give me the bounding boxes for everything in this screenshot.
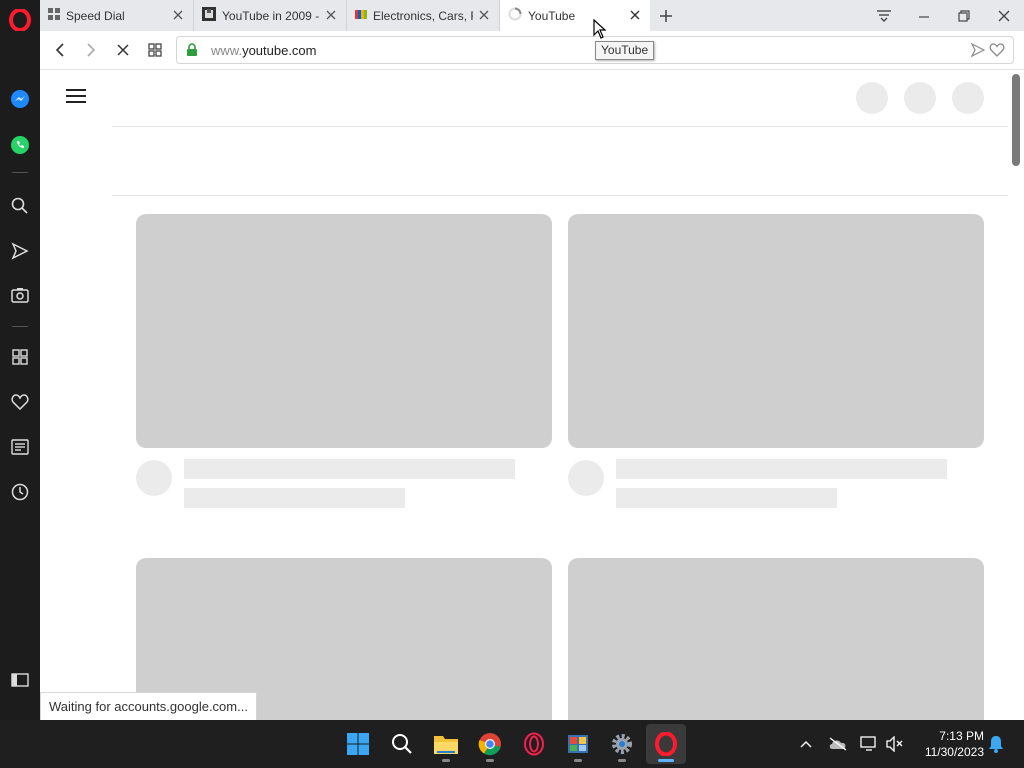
divider <box>112 126 1008 127</box>
status-bar: Waiting for accounts.google.com... <box>40 692 257 720</box>
meta-placeholder <box>616 488 837 508</box>
running-indicator <box>574 759 582 762</box>
whatsapp-icon[interactable] <box>0 127 40 163</box>
windows-taskbar: 7:13 PM 11/30/2023 <box>0 720 1024 768</box>
video-thumbnail-placeholder <box>568 214 984 448</box>
lock-icon[interactable] <box>186 43 198 62</box>
bookmark-heart-icon[interactable] <box>989 43 1005 62</box>
close-tab-icon[interactable] <box>171 8 185 22</box>
heart-icon[interactable] <box>0 384 40 420</box>
tab-title: YouTube <box>528 8 576 23</box>
network-icon[interactable] <box>857 732 881 756</box>
control-panel-icon[interactable] <box>558 724 598 764</box>
back-icon[interactable] <box>45 36 75 64</box>
hamburger-menu-icon[interactable] <box>66 88 86 104</box>
system-clock[interactable]: 7:13 PM 11/30/2023 <box>912 728 984 760</box>
tab-youtube[interactable]: YouTube <box>500 0 650 31</box>
tab-menu-icon[interactable] <box>864 0 904 31</box>
close-tab-icon[interactable] <box>477 8 491 22</box>
send-to-flow-icon[interactable] <box>970 42 986 62</box>
news-icon[interactable] <box>0 429 40 465</box>
channel-avatar-placeholder <box>568 460 604 496</box>
url-text[interactable]: www.youtube.com <box>211 43 317 58</box>
screen: Speed Dial YouTube in 2009 - Electronics… <box>0 0 1024 768</box>
opera-sidebar <box>0 0 40 720</box>
video-thumbnail-placeholder <box>568 558 984 720</box>
tab-ebay[interactable]: Electronics, Cars, F <box>347 0 500 31</box>
tabs-overview-icon[interactable] <box>140 36 170 64</box>
web-page-content <box>40 70 1024 720</box>
divider <box>112 195 1008 196</box>
opera-browser-icon[interactable] <box>646 724 686 764</box>
minimize-icon[interactable] <box>904 0 944 31</box>
forward-icon[interactable] <box>76 36 106 64</box>
send-icon[interactable] <box>0 233 40 269</box>
address-toolbar: www.youtube.com <box>40 31 1024 70</box>
chevron-up-icon[interactable] <box>794 732 818 756</box>
tab-title: Electronics, Cars, F <box>373 8 473 23</box>
header-placeholder-circle <box>904 82 936 114</box>
messenger-icon[interactable] <box>0 81 40 117</box>
running-indicator <box>618 759 626 762</box>
history-clock-icon[interactable] <box>0 474 40 510</box>
close-window-icon[interactable] <box>984 0 1024 31</box>
scrollbar-thumb[interactable] <box>1012 74 1020 166</box>
speed-dial-grid-icon[interactable] <box>0 339 40 375</box>
header-placeholder-circle <box>952 82 984 114</box>
page-scrollbar[interactable] <box>1008 70 1024 720</box>
meta-placeholder <box>184 488 405 508</box>
chrome-icon[interactable] <box>470 724 510 764</box>
video-thumbnail-placeholder <box>136 214 552 448</box>
opera-gx-icon[interactable] <box>514 724 554 764</box>
new-tab-plus-icon[interactable] <box>650 0 682 31</box>
tab-title: Speed Dial <box>66 8 125 23</box>
tab-title: YouTube in 2009 - <box>222 8 320 23</box>
title-placeholder <box>616 459 947 479</box>
clock-time: 7:13 PM <box>939 729 984 743</box>
camera-icon[interactable] <box>0 277 40 313</box>
opera-menu-icon[interactable] <box>0 2 40 38</box>
tab-speed-dial[interactable]: Speed Dial <box>40 0 194 31</box>
sidebar-toggle-icon[interactable] <box>0 662 40 698</box>
notification-bell-icon[interactable] <box>984 732 1008 756</box>
stop-loading-icon[interactable] <box>108 36 138 64</box>
onedrive-offline-icon[interactable] <box>826 732 850 756</box>
tab-strip: Speed Dial YouTube in 2009 - Electronics… <box>40 0 1024 31</box>
clock-date: 11/30/2023 <box>924 745 984 759</box>
sidebar-divider <box>12 172 28 173</box>
settings-gear-icon[interactable] <box>602 724 642 764</box>
tab-youtube-2009[interactable]: YouTube in 2009 - <box>194 0 347 31</box>
close-tab-icon[interactable] <box>324 8 338 22</box>
channel-avatar-placeholder <box>136 460 172 496</box>
restore-icon[interactable] <box>944 0 984 31</box>
windows-start-icon[interactable] <box>338 724 378 764</box>
mouse-cursor-icon <box>593 19 607 39</box>
running-indicator <box>486 759 494 762</box>
search-icon[interactable] <box>0 188 40 224</box>
header-placeholder-circle <box>856 82 888 114</box>
loading-spinner-icon <box>508 7 522 24</box>
file-explorer-icon[interactable] <box>426 724 466 764</box>
tab-tooltip: YouTube <box>595 41 655 60</box>
running-indicator <box>658 759 674 762</box>
speed-dial-icon <box>48 8 60 23</box>
running-indicator <box>442 759 450 762</box>
ebay-icon <box>355 8 367 23</box>
sidebar-divider <box>12 326 28 327</box>
title-placeholder <box>184 459 515 479</box>
taskbar-search-icon[interactable] <box>382 724 422 764</box>
close-tab-icon[interactable] <box>628 8 642 22</box>
volume-muted-icon[interactable] <box>883 732 907 756</box>
archive-icon <box>202 7 216 24</box>
